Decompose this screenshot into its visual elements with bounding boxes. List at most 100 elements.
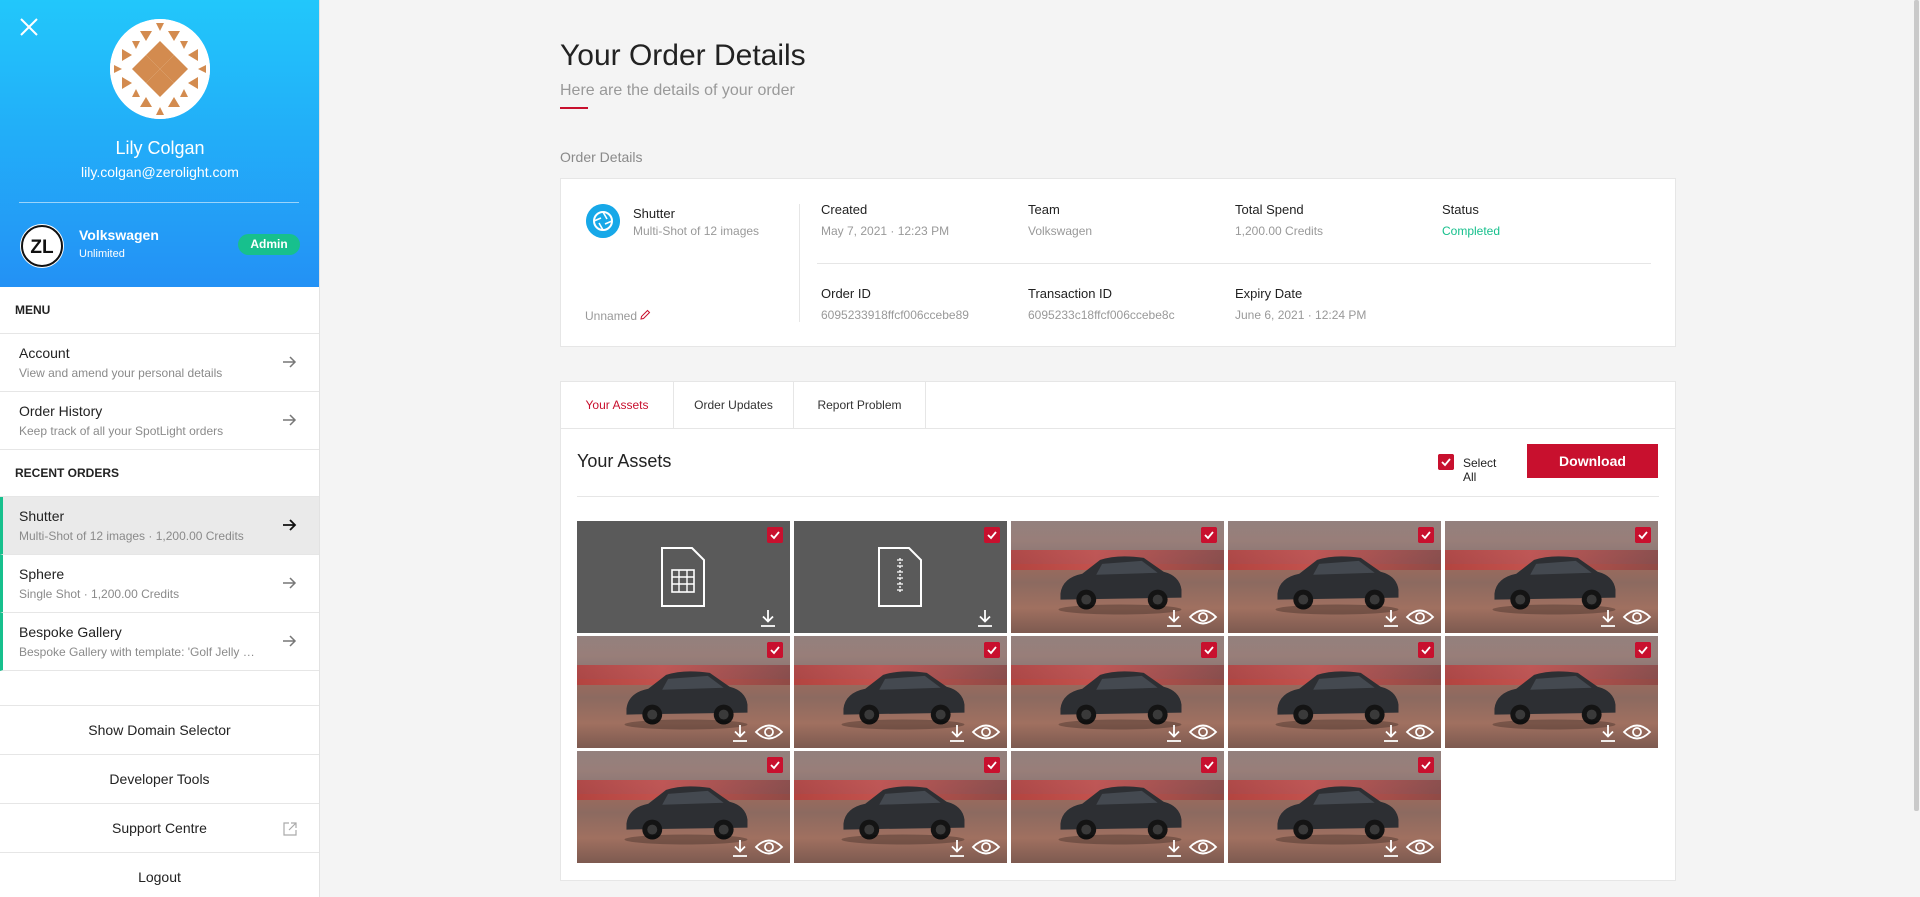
download-icon[interactable] — [1381, 723, 1401, 743]
select-all-checkbox[interactable]: Select All — [1438, 452, 1508, 484]
assets-card: Your Assets Order Updates Report Problem… — [560, 381, 1676, 881]
car-image — [840, 670, 964, 730]
download-icon[interactable] — [730, 838, 750, 858]
checkbox-checked-icon[interactable] — [1418, 757, 1434, 773]
close-icon[interactable] — [18, 16, 40, 38]
menu-item-account[interactable]: Account View and amend your personal det… — [0, 334, 319, 392]
checkbox-checked-icon[interactable] — [984, 757, 1000, 773]
field-label: Transaction ID — [1028, 286, 1113, 301]
arrow-right-icon — [283, 356, 297, 368]
divider — [19, 202, 299, 203]
image-asset-tile[interactable] — [1445, 636, 1658, 748]
zip-asset-tile[interactable] — [794, 521, 1007, 633]
download-icon[interactable] — [1381, 838, 1401, 858]
recent-order-sphere[interactable]: Sphere Single Shot · 1,200.00 Credits — [0, 555, 319, 613]
checkbox-checked-icon[interactable] — [1201, 527, 1217, 543]
checkbox-checked-icon[interactable] — [1201, 757, 1217, 773]
download-icon[interactable] — [1164, 838, 1184, 858]
created-field: Created May 7, 2021 · 12:23 PM — [821, 202, 949, 238]
recent-order-title: Bespoke Gallery — [19, 624, 122, 640]
eye-icon[interactable] — [1405, 607, 1435, 627]
field-label: Created — [821, 202, 868, 217]
tab-order-updates[interactable]: Order Updates — [674, 382, 794, 429]
download-icon[interactable] — [758, 608, 778, 628]
checkbox-checked-icon[interactable] — [1201, 642, 1217, 658]
car-image — [1491, 670, 1615, 730]
image-asset-tile[interactable] — [577, 751, 790, 863]
download-icon[interactable] — [1164, 608, 1184, 628]
download-icon[interactable] — [975, 608, 995, 628]
recent-order-shutter[interactable]: Shutter Multi-Shot of 12 images · 1,200.… — [0, 497, 319, 555]
checkbox-checked-icon[interactable] — [1418, 642, 1434, 658]
spreadsheet-asset-tile[interactable] — [577, 521, 790, 633]
field-label: Expiry Date — [1235, 286, 1303, 301]
car-image — [1057, 785, 1181, 845]
menu-item-subtitle: View and amend your personal details — [19, 366, 223, 380]
image-asset-tile[interactable] — [794, 751, 1007, 863]
eye-icon[interactable] — [971, 837, 1001, 857]
arrow-right-icon — [283, 635, 297, 647]
tab-your-assets[interactable]: Your Assets — [561, 382, 674, 429]
eye-icon[interactable] — [971, 722, 1001, 742]
car-image — [623, 670, 747, 730]
checkbox-checked-icon[interactable] — [1635, 527, 1651, 543]
tab-report-problem[interactable]: Report Problem — [794, 382, 926, 429]
menu-item-order-history[interactable]: Order History Keep track of all your Spo… — [0, 392, 319, 450]
checkbox-checked-icon[interactable] — [984, 642, 1000, 658]
checkbox-checked-icon[interactable] — [767, 527, 783, 543]
download-icon[interactable] — [1598, 723, 1618, 743]
image-asset-tile[interactable] — [1011, 521, 1224, 633]
eye-icon[interactable] — [1188, 722, 1218, 742]
image-asset-tile[interactable] — [1011, 636, 1224, 748]
image-asset-tile[interactable] — [1228, 751, 1441, 863]
eye-icon[interactable] — [1405, 837, 1435, 857]
expiry-date-field: Expiry Date June 6, 2021 · 12:24 PM — [1235, 286, 1366, 322]
download-icon[interactable] — [1598, 608, 1618, 628]
download-icon[interactable] — [730, 723, 750, 743]
total-spend-field: Total Spend 1,200.00 Credits — [1235, 202, 1323, 238]
download-icon[interactable] — [947, 723, 967, 743]
image-asset-tile[interactable] — [1011, 751, 1224, 863]
image-asset-tile[interactable] — [577, 636, 790, 748]
download-icon[interactable] — [1164, 723, 1184, 743]
recent-order-bespoke-gallery[interactable]: Bespoke Gallery Bespoke Gallery with tem… — [0, 613, 319, 671]
zip-file-icon — [878, 547, 922, 607]
image-asset-tile[interactable] — [1228, 521, 1441, 633]
image-asset-tile[interactable] — [1445, 521, 1658, 633]
field-value: 6095233c18ffcf006ccebe8c — [1028, 308, 1175, 322]
profile-header: Lily Colgan lily.colgan@zerolight.com ZL… — [0, 0, 319, 287]
product-description: Multi-Shot of 12 images — [633, 224, 760, 238]
logout-button[interactable]: Logout — [0, 853, 319, 897]
download-icon[interactable] — [1381, 608, 1401, 628]
eye-icon[interactable] — [754, 837, 784, 857]
sidebar: Lily Colgan lily.colgan@zerolight.com ZL… — [0, 0, 320, 897]
org-plan: Unlimited — [79, 248, 125, 260]
image-asset-tile[interactable] — [794, 636, 1007, 748]
developer-tools-button[interactable]: Developer Tools — [0, 755, 319, 804]
menu-item-title: Account — [19, 345, 70, 361]
checkbox-checked-icon[interactable] — [984, 527, 1000, 543]
checkbox-checked-icon[interactable] — [767, 642, 783, 658]
image-asset-tile[interactable] — [1228, 636, 1441, 748]
eye-icon[interactable] — [1188, 837, 1218, 857]
checkbox-checked-icon[interactable] — [767, 757, 783, 773]
show-domain-selector-button[interactable]: Show Domain Selector — [0, 706, 319, 755]
edit-icon[interactable] — [639, 309, 651, 321]
avatar — [110, 19, 210, 119]
eye-icon[interactable] — [1188, 607, 1218, 627]
shutter-icon — [586, 204, 620, 238]
download-icon[interactable] — [947, 838, 967, 858]
eye-icon[interactable] — [1622, 607, 1652, 627]
support-centre-button[interactable]: Support Centre — [0, 804, 319, 853]
car-image — [1274, 555, 1398, 615]
checkbox-checked-icon[interactable] — [1635, 642, 1651, 658]
spreadsheet-file-icon — [661, 547, 705, 607]
scrollbar[interactable] — [1914, 0, 1919, 811]
checkbox-checked-icon[interactable] — [1418, 527, 1434, 543]
support-centre-label: Support Centre — [112, 820, 207, 836]
menu-section-label: MENU — [0, 287, 319, 334]
eye-icon[interactable] — [754, 722, 784, 742]
eye-icon[interactable] — [1405, 722, 1435, 742]
eye-icon[interactable] — [1622, 722, 1652, 742]
download-button[interactable]: Download — [1527, 444, 1658, 478]
